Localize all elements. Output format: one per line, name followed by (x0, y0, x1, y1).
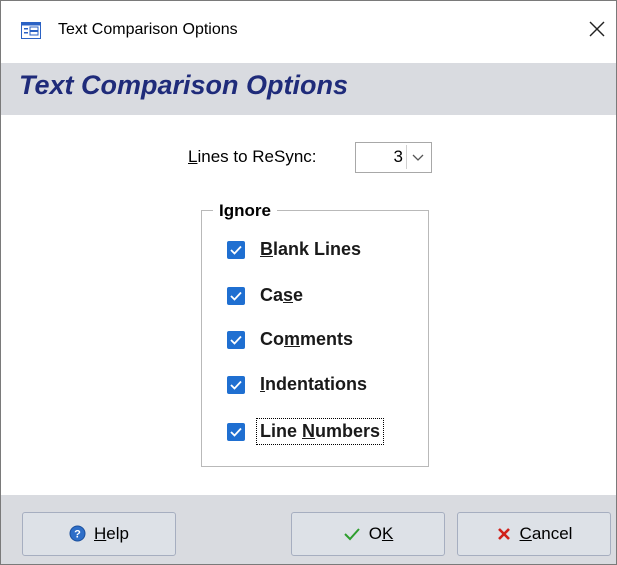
checkbox-label: Blank Lines (260, 239, 362, 259)
chevron-down-icon[interactable] (406, 145, 429, 169)
checkbox-checked-icon[interactable] (227, 241, 245, 259)
help-icon: ? (69, 525, 86, 542)
close-icon[interactable] (585, 17, 609, 41)
checkbox-checked-icon[interactable] (227, 331, 245, 349)
checkbox-label: Comments (260, 329, 354, 349)
svg-text:?: ? (74, 529, 81, 541)
checkbox-checked-icon[interactable] (227, 423, 245, 441)
checkbox-label: Indentations (260, 374, 368, 394)
form-header: Text Comparison Options (1, 63, 616, 115)
checkbox-checked-icon[interactable] (227, 287, 245, 305)
page-title: Text Comparison Options (19, 70, 349, 100)
checkmark-icon (343, 528, 360, 541)
ok-button[interactable]: OK (291, 512, 445, 556)
checkbox-label: Case (260, 285, 304, 305)
checkbox-label-focused: Line Numbers (255, 418, 385, 445)
lines-to-resync-label: Lines to ReSync: (188, 147, 317, 166)
title-bar: Text Comparison Options (1, 1, 616, 63)
help-button[interactable]: ? Help (22, 512, 176, 556)
cancel-button[interactable]: Cancel (457, 512, 611, 556)
checkbox-checked-icon[interactable] (227, 376, 245, 394)
ignore-group-legend: Ignore (213, 201, 277, 221)
combo-value: 3 (393, 147, 403, 166)
form-app-icon (21, 22, 41, 39)
window-title: Text Comparison Options (58, 21, 238, 38)
cancel-x-icon (497, 528, 510, 540)
lines-to-resync-combo[interactable]: 3 (355, 142, 432, 173)
